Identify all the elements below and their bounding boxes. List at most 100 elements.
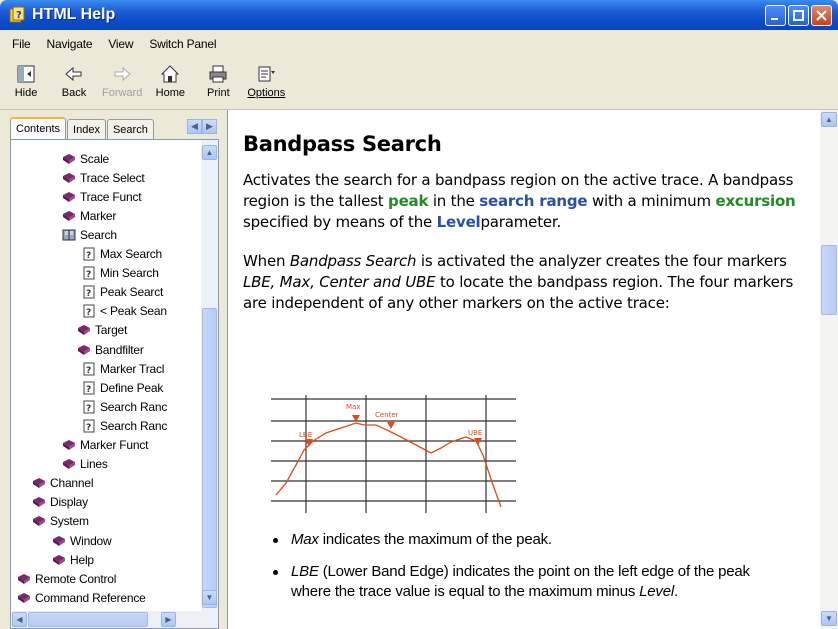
tree-item[interactable]: Search	[61, 225, 117, 244]
book-icon	[53, 535, 65, 546]
tree-item[interactable]: Marker Funct	[61, 436, 148, 455]
tab-scroll-right-button[interactable]: ▶	[202, 119, 217, 134]
content-scroll-up-button[interactable]: ▲	[821, 112, 837, 127]
book-icon	[18, 573, 30, 584]
tree-item[interactable]: ? < Peak Sean	[81, 302, 167, 321]
title-bar[interactable]: ? HTML Help	[0, 0, 838, 30]
tab-search[interactable]: Search	[106, 119, 154, 139]
tree-item[interactable]: ? Min Search	[81, 264, 159, 283]
tree-item[interactable]: Channel	[31, 474, 94, 493]
menu-navigate[interactable]: Navigate	[39, 37, 101, 51]
tree-item[interactable]: Lines	[61, 455, 108, 474]
tree-scroll-right-button[interactable]: ▶	[161, 612, 176, 627]
tree-item[interactable]: Bandfilter	[76, 340, 144, 359]
tree-item[interactable]: System	[31, 512, 89, 531]
back-button[interactable]: Back	[54, 63, 94, 99]
bandpass-diagram: LBE Max Center UBE	[271, 395, 516, 513]
intro-text: specified by means of the	[243, 213, 437, 231]
help-page-icon: ?	[83, 304, 95, 318]
tab-contents[interactable]: Contents	[10, 117, 67, 139]
minimize-icon	[771, 18, 778, 20]
menu-file[interactable]: File	[4, 37, 39, 51]
forward-arrow-icon	[114, 66, 131, 82]
body-text: When	[243, 252, 290, 270]
tree-item[interactable]: ? Search Ranc	[81, 416, 167, 435]
content-scroll-down-button[interactable]: ▼	[821, 611, 837, 626]
tree-horizontal-scrollbar[interactable]: ◀ ▶	[11, 611, 203, 628]
tree-item[interactable]: ? Define Peak	[81, 378, 163, 397]
printer-icon	[209, 65, 227, 83]
forward-button[interactable]: Forward	[102, 63, 142, 99]
tree-item-label: Define Peak	[100, 380, 164, 395]
tree-item-label: Display	[50, 495, 88, 510]
tree-scroll-left-button[interactable]: ◀	[12, 612, 27, 627]
tree-item[interactable]: Trace Funct	[61, 187, 142, 206]
tree-item[interactable]: Window	[51, 531, 112, 550]
close-button[interactable]	[811, 5, 832, 26]
tab-scroll-left-button[interactable]: ◀	[187, 119, 202, 134]
tree-item[interactable]: Target	[76, 321, 127, 340]
topic-title: Bandpass Search	[243, 132, 442, 156]
tree-scroll-thumb[interactable]	[202, 308, 217, 608]
tree-item[interactable]: Remote Control	[16, 569, 116, 588]
intro-text: parameter.	[480, 213, 562, 231]
tree-item[interactable]: Command Reference	[16, 588, 146, 607]
minimize-button[interactable]	[765, 5, 786, 26]
tree-item-label: Peak Searct	[100, 285, 164, 300]
back-arrow-icon	[65, 66, 82, 82]
content-scroll-thumb[interactable]	[821, 245, 837, 315]
tree-item[interactable]: Trace Select	[61, 168, 145, 187]
tree-item-label: Trace Select	[80, 170, 145, 185]
book-icon	[63, 459, 75, 470]
tree-item[interactable]: Display	[31, 493, 88, 512]
tree-item[interactable]: Help	[51, 550, 94, 569]
tree-vertical-scrollbar[interactable]: ▲ ▼	[201, 140, 218, 628]
home-icon	[161, 65, 180, 83]
tab-index[interactable]: Index	[67, 119, 106, 139]
tree-scroll-up-button[interactable]: ▲	[202, 145, 217, 160]
options-button[interactable]: Options	[246, 63, 286, 99]
open-book-icon	[62, 229, 76, 241]
book-icon	[33, 478, 45, 489]
book-icon	[33, 516, 45, 527]
markers-paragraph: When Bandpass Search is activated the an…	[243, 251, 803, 314]
content-vertical-scrollbar[interactable]: ▲ ▼	[820, 110, 838, 629]
hide-button[interactable]: Hide	[6, 63, 46, 99]
print-button[interactable]: Print	[198, 63, 238, 99]
body-emphasis: LBE, Max, Center and UBE	[243, 273, 436, 291]
tree-item-label: Channel	[50, 476, 94, 491]
tree-item-label: Bandfilter	[95, 342, 144, 357]
link-excursion[interactable]: excursion	[715, 192, 795, 210]
tree-scroll-down-button[interactable]: ▼	[202, 590, 217, 605]
book-icon	[53, 554, 65, 565]
tree-item[interactable]: Marker	[61, 206, 116, 225]
link-peak[interactable]: peak	[388, 192, 428, 210]
tree-item-label: Marker Funct	[80, 438, 149, 452]
book-icon	[63, 172, 75, 183]
help-page-icon: ?	[83, 285, 95, 299]
intro-paragraph: Activates the search for a bandpass regi…	[243, 170, 803, 233]
menu-switch-panel[interactable]: Switch Panel	[141, 37, 224, 51]
tree-item[interactable]: ? Marker Tracl	[81, 359, 164, 378]
intro-text: with a minimum	[587, 192, 716, 210]
tree-item-label: Window	[70, 533, 112, 548]
help-page-icon: ?	[83, 419, 95, 433]
tree-item[interactable]: Scale	[61, 149, 109, 168]
tree-item[interactable]: ? Peak Searct	[81, 283, 163, 302]
maximize-button[interactable]	[788, 5, 809, 26]
book-icon	[18, 592, 30, 603]
bullet-text: indicates the maximum of the peak.	[318, 531, 552, 548]
tree-item[interactable]: ? Max Search	[81, 245, 162, 264]
ube-label: UBE	[468, 429, 482, 437]
tree-item-label: Command Reference	[35, 590, 146, 605]
menu-view[interactable]: View	[100, 37, 141, 51]
link-search-range[interactable]: search range	[479, 192, 587, 210]
tree-item-label: < Peak Sean	[100, 304, 167, 319]
options-icon	[258, 66, 276, 82]
tree-item-label: Max Search	[100, 247, 163, 261]
bullet-emphasis: LBE	[291, 563, 319, 580]
home-button[interactable]: Home	[150, 63, 190, 99]
tree-item[interactable]: ? Search Ranc	[81, 397, 167, 416]
tree-hscroll-thumb[interactable]	[28, 612, 148, 627]
link-level[interactable]: Level	[437, 213, 481, 231]
